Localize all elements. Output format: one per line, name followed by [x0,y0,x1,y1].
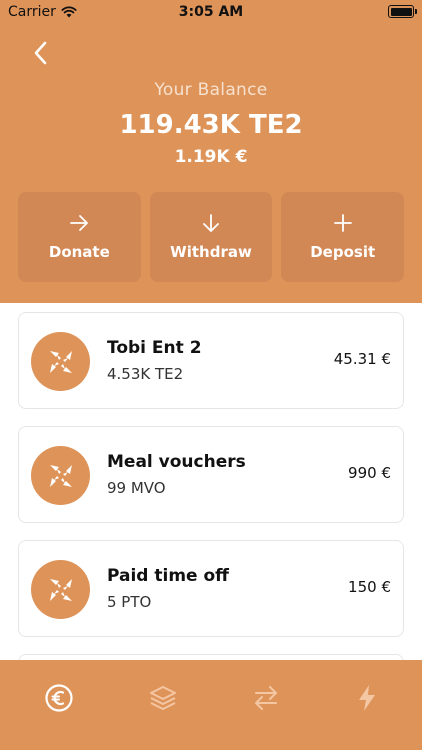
asset-card-paid-time-off[interactable]: Paid time off 5 PTO 150 € [18,540,404,637]
balance-amount: 119.43K TE2 [119,110,303,140]
transfer-icon [255,686,277,710]
asset-name: Tobi Ent 2 [107,338,202,358]
action-buttons: Donate Withdraw Deposit [18,192,405,282]
asset-name: Paid time off [107,566,229,586]
token-logo-icon [31,332,90,391]
token-logo-icon [31,446,90,505]
layers-icon [150,686,176,710]
plus-icon [333,214,352,232]
asset-card-tobi-ent-2[interactable]: Tobi Ent 2 4.53K TE2 45.31 € [18,312,404,409]
lightning-icon [359,685,375,711]
deposit-label: Deposit [310,243,376,261]
asset-amount: 99 MVO [107,479,166,497]
asset-list: Tobi Ent 2 4.53K TE2 45.31 € Meal vouche… [0,303,422,660]
asset-card-meal-vouchers[interactable]: Meal vouchers 99 MVO 990 € [18,426,404,523]
euro-icon [45,684,73,712]
status-time: 3:05 AM [178,4,244,20]
tab-transfers[interactable] [248,680,284,716]
status-bar: Carrier 3:05 AM [0,0,422,24]
tab-wallet[interactable] [41,680,77,716]
chevron-left-icon [34,41,47,65]
donate-label: Donate [48,243,110,261]
asset-amount: 5 PTO [107,593,152,611]
balance-label: Your Balance [154,80,268,100]
tab-bar [0,660,422,750]
header: Carrier 3:05 AM Your Balance 119.43K TE2… [0,0,422,303]
balance-fiat: 1.19K € [174,147,248,167]
tab-activity[interactable] [349,680,385,716]
asset-fiat-value: 990 € [348,464,391,482]
asset-fiat-value: 150 € [348,578,391,596]
withdraw-button[interactable]: Withdraw [149,192,273,282]
back-button[interactable] [26,38,56,68]
battery-icon [388,5,417,18]
asset-name: Meal vouchers [107,452,246,472]
token-logo-icon [31,560,90,619]
withdraw-label: Withdraw [170,243,252,261]
arrow-down-icon [203,214,219,232]
tab-assets[interactable] [145,680,181,716]
asset-amount: 4.53K TE2 [107,365,184,383]
arrow-right-icon [70,215,89,231]
donate-button[interactable]: Donate [18,192,141,282]
asset-fiat-value: 45.31 € [333,350,391,368]
deposit-button[interactable]: Deposit [281,192,405,282]
